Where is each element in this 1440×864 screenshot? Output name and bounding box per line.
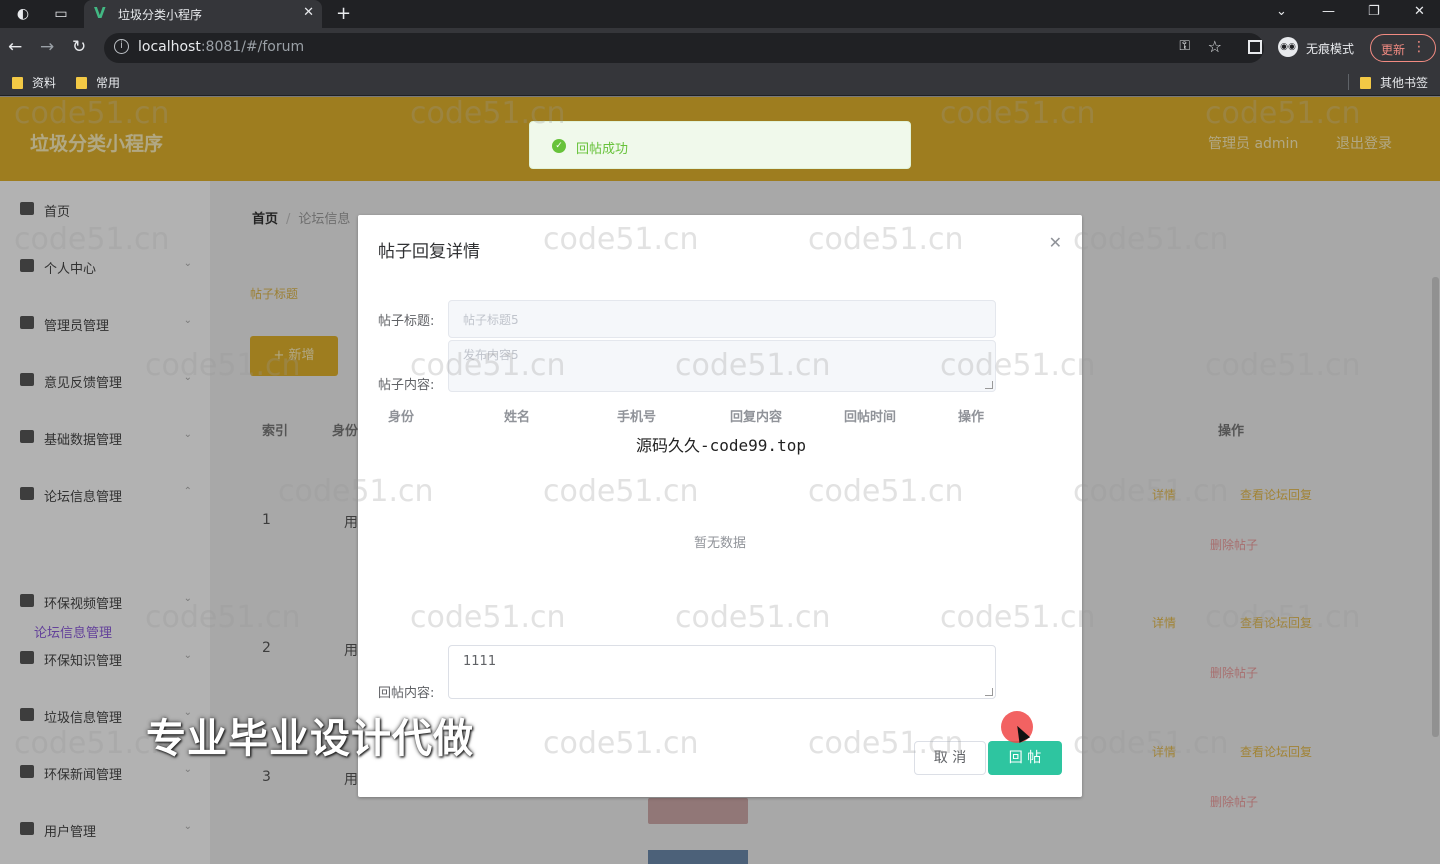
browser-toolbar: ← → ↻ i localhost:8081/#/forum ⚿ ☆ ◉◉ 无痕… <box>0 28 1440 68</box>
restore-icon[interactable]: ❐ <box>1368 4 1380 19</box>
update-label: 更新 <box>1381 43 1406 57</box>
incognito-label: 无痕模式 <box>1306 42 1355 56</box>
bookmark-folder-1[interactable]: 资料 <box>12 74 56 91</box>
tab-close-icon[interactable]: ✕ <box>303 5 314 20</box>
reload-icon[interactable]: ↻ <box>72 37 86 57</box>
tab-title: 垃圾分类小程序 <box>118 8 203 22</box>
folder-icon <box>76 77 87 89</box>
folder-icon <box>1360 77 1371 89</box>
new-tab-icon[interactable]: + <box>336 3 351 24</box>
close-icon[interactable]: ✕ <box>1049 233 1062 252</box>
bookmark-folder-2[interactable]: 常用 <box>76 74 120 91</box>
vue-logo-icon: V <box>94 4 106 22</box>
reply-column-ops: 操作 <box>958 410 985 425</box>
forward-icon[interactable]: → <box>40 37 54 57</box>
reply-content-input[interactable]: 1111 <box>448 645 996 699</box>
browser-tab-bar: ◐ ▭ V 垃圾分类小程序 ✕ + ⌄ — ❐ ✕ <box>0 0 1440 28</box>
browser-menu-icon[interactable]: ◐ <box>14 5 32 23</box>
update-button[interactable]: 更新 ⋮ <box>1370 34 1436 62</box>
post-content-value: 发布内容5 <box>463 348 519 362</box>
source-watermark-text: 源码久久-code99.top <box>636 436 806 455</box>
post-title-label: 帖子标题: <box>378 314 435 329</box>
reply-column-identity: 身份 <box>388 410 415 425</box>
tab-list-icon[interactable]: ⌄ <box>1276 4 1287 19</box>
empty-table-text: 暂无数据 <box>693 536 746 551</box>
reply-content-value: 1111 <box>463 654 497 669</box>
password-key-icon[interactable]: ⚿ <box>1179 38 1190 54</box>
minimize-icon[interactable]: — <box>1322 4 1335 19</box>
submit-reply-button[interactable]: 回 帖 <box>988 741 1062 775</box>
post-content-field: 发布内容5 <box>448 340 996 392</box>
address-bar[interactable]: i localhost:8081/#/forum ⚿ ☆ <box>104 33 1264 63</box>
success-toast: ✓ 回帖成功 <box>529 121 911 169</box>
reply-content-label: 回帖内容: <box>378 686 435 701</box>
reply-column-time: 回帖时间 <box>844 410 897 425</box>
tab-search-icon[interactable]: ▭ <box>52 5 70 23</box>
promo-caption: 专业毕业设计代做 <box>146 716 474 762</box>
bookmark-star-icon[interactable]: ☆ <box>1208 37 1222 56</box>
site-info-icon[interactable]: i <box>114 39 129 54</box>
incognito-profile[interactable]: ◉◉ 无痕模式 <box>1276 37 1362 59</box>
post-title-field: 帖子标题5 <box>448 300 996 338</box>
other-bookmarks[interactable]: 其他书签 <box>1360 74 1428 91</box>
reply-column-name: 姓名 <box>504 410 531 425</box>
side-panel-icon[interactable] <box>1248 40 1262 54</box>
reply-column-content: 回复内容 <box>730 410 783 425</box>
check-circle-icon: ✓ <box>552 139 566 153</box>
resize-handle-icon[interactable] <box>985 688 993 696</box>
back-icon[interactable]: ← <box>8 37 22 57</box>
toast-message: 回帖成功 <box>576 142 629 157</box>
bookmarks-bar: 资料 常用 其他书签 <box>0 68 1440 96</box>
more-menu-icon: ⋮ <box>1412 39 1426 55</box>
resize-handle-icon[interactable] <box>985 381 993 389</box>
cancel-button[interactable]: 取 消 <box>914 741 986 775</box>
url-text: localhost:8081/#/forum <box>138 39 305 55</box>
window-close-icon[interactable]: ✕ <box>1414 4 1425 19</box>
post-content-label: 帖子内容: <box>378 378 435 393</box>
folder-icon <box>12 77 23 89</box>
incognito-icon: ◉◉ <box>1278 37 1298 57</box>
bookmarks-divider <box>1348 74 1349 90</box>
reply-column-phone: 手机号 <box>617 410 657 425</box>
browser-tab[interactable]: V 垃圾分类小程序 ✕ <box>84 0 322 28</box>
dialog-title: 帖子回复详情 <box>378 242 480 262</box>
